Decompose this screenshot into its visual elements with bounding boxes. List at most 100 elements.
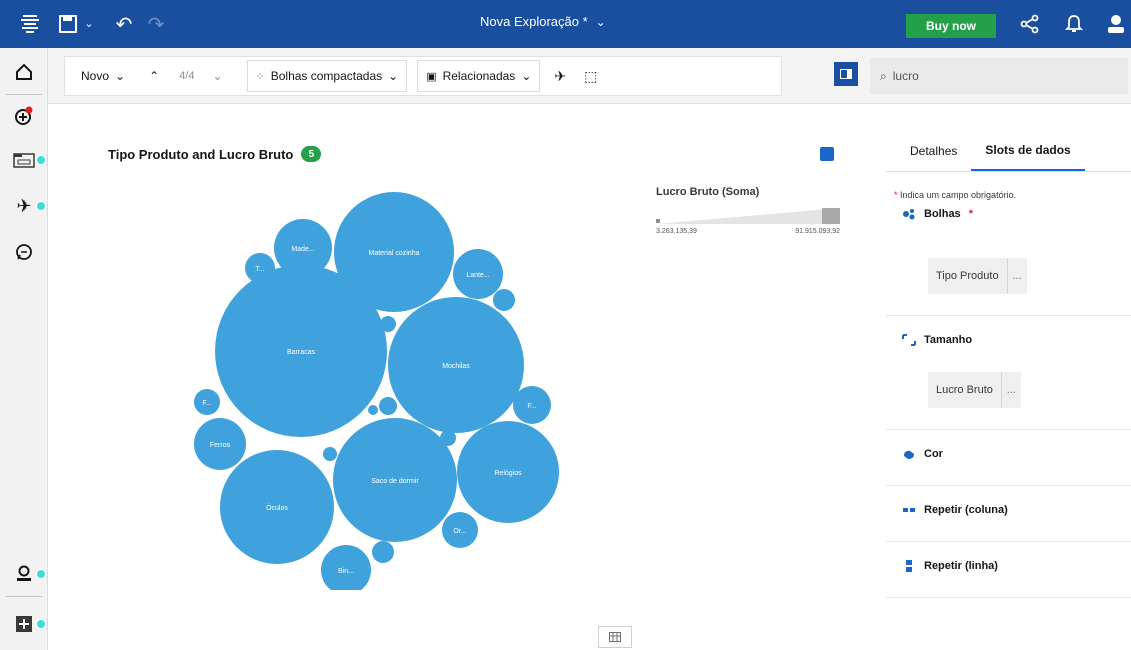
assistant-search-input[interactable]: ⌕ lucro [870, 58, 1128, 94]
slot-bubbles: Bolhas * Tipo Produto ... [886, 208, 1131, 316]
bubble-label: Mochilas [442, 363, 470, 370]
novo-dropdown[interactable]: Novo ⌄ [73, 60, 134, 92]
slot-repeat-row-label: Repetir (linha) [924, 560, 998, 572]
size-slot-icon [902, 334, 916, 346]
bubble-label: Lante... [466, 272, 489, 279]
slot-size-label: Tamanho [924, 334, 973, 346]
assistant-search-icon: ⌕ [880, 68, 887, 83]
field-chip-label: Lucro Bruto [936, 384, 993, 396]
bubble-label: F... [527, 403, 536, 410]
viz-type-label: Bolhas compactadas [270, 69, 383, 83]
field-chip-lucro-bruto[interactable]: Lucro Bruto ... [928, 372, 1021, 408]
bubble-unlabeled[interactable] [379, 397, 397, 415]
slot-repeat-column-header: Repetir (coluna) [886, 504, 1131, 516]
required-star-icon: * [968, 208, 973, 220]
field-chip-tipo-produto[interactable]: Tipo Produto ... [928, 258, 1027, 294]
chart-title-text: Tipo Produto and Lucro Bruto [108, 146, 294, 162]
bubble-label: F... [202, 400, 211, 407]
table-view-icon[interactable] [598, 626, 632, 648]
packed-bubble-chart[interactable]: Barracas Material cozinha Mochilas Saco de … [190, 180, 570, 590]
bubble-label: Material cozinha [369, 250, 420, 257]
legend-scale [656, 208, 840, 224]
bubble-label: Ferros [210, 442, 231, 449]
bubble-label: Relógios [494, 470, 522, 477]
slot-repeat-row: Repetir (linha) [886, 542, 1131, 598]
chevron-down-icon: ⌄ [388, 69, 399, 83]
slot-color-header: Cor [886, 448, 1131, 460]
chevron-down-icon: ⌄ [595, 14, 606, 29]
page-indicator: 4/4 [179, 70, 195, 82]
properties-panel-toggle-icon[interactable] [834, 62, 858, 86]
slot-color: Cor [886, 430, 1131, 486]
tab-data-slots[interactable]: Slots de dados [971, 130, 1085, 171]
slot-bubbles-header: Bolhas * [886, 208, 1131, 220]
rail-divider-bottom [6, 596, 42, 597]
save-icon[interactable] [56, 12, 80, 36]
slot-repeat-row-header: Repetir (linha) [886, 560, 1131, 572]
visualization-toolbar: Novo ⌄ ⌃ 4/4 ⌄ ⁘ Bolhas compactadas ⌄ ▣ … [48, 48, 1131, 104]
bubble-label: Or... [453, 528, 466, 535]
app-menu-icon[interactable] [18, 12, 42, 36]
legend-max-value: 91.915.093,92 [795, 228, 840, 235]
bubble-unlabeled[interactable] [493, 289, 515, 311]
chevron-down-icon: ⌄ [521, 69, 532, 83]
properties-panel: Detalhes Slots de dados * Indica um camp… [886, 130, 1131, 650]
field-chip-label: Tipo Produto [936, 270, 999, 282]
legend-min-value: 3.263.135,39 [656, 228, 697, 235]
share-icon[interactable] [1018, 12, 1042, 36]
selection-icon[interactable]: ⬚ [584, 68, 597, 85]
slot-bubbles-label: Bolhas [924, 208, 961, 220]
assistant-chat-icon[interactable] [0, 232, 48, 272]
more-options-icon[interactable]: ... [1000, 372, 1021, 408]
rail-divider [6, 94, 42, 95]
save-menu-chevron-icon[interactable]: ⌄ [82, 16, 96, 30]
bubble-label: Barracas [287, 349, 316, 356]
chevron-down-icon: ⌄ [115, 69, 126, 83]
exploration-title-text: Nova Exploração * [480, 14, 588, 29]
bubble-label: Made... [291, 246, 314, 253]
related-dropdown[interactable]: ▣ Relacionadas ⌄ [417, 60, 541, 92]
next-page-icon[interactable]: ⌄ [212, 69, 222, 83]
bubble-label: Bin... [338, 568, 354, 575]
legend-title: Lucro Bruto (Soma) [656, 186, 760, 198]
bubble-unlabeled[interactable] [323, 447, 337, 461]
bubble-label: T... [255, 266, 264, 273]
size-legend: Lucro Bruto (Soma) 3.263.135,39 91.915.0… [656, 186, 840, 235]
slot-color-label: Cor [924, 448, 943, 460]
panel-tabs: Detalhes Slots de dados [886, 130, 1131, 172]
left-rail: ✈ [0, 48, 48, 650]
required-note-text: Indica um campo obrigatório. [900, 190, 1017, 200]
slot-repeat-column: Repetir (coluna) [886, 486, 1131, 542]
slot-size: Tamanho Lucro Bruto ... [886, 316, 1131, 430]
account-indicator [36, 569, 46, 579]
exploration-title[interactable]: Nova Exploração * ⌄ [480, 14, 606, 29]
novo-label: Novo [81, 69, 110, 83]
repeat-row-icon [906, 560, 912, 572]
add-indicator [36, 619, 46, 629]
packed-bubbles-icon: ⁘ [255, 70, 265, 83]
more-options-icon[interactable]: ... [1006, 258, 1027, 294]
user-profile-icon[interactable] [1104, 12, 1128, 36]
color-slot-icon [904, 450, 914, 459]
pin-visualization-icon[interactable] [820, 147, 834, 161]
previous-page-icon[interactable]: ⌃ [149, 69, 159, 83]
bubble-unlabeled[interactable] [368, 405, 378, 415]
buy-now-button[interactable]: Buy now [906, 14, 996, 38]
undo-icon[interactable]: ↶ [112, 12, 136, 36]
home-icon[interactable] [0, 52, 48, 92]
chart-title: Tipo Produto and Lucro Bruto 5 [108, 146, 322, 162]
search-value: lucro [892, 69, 919, 83]
pin-indicator [36, 201, 46, 211]
tab-details[interactable]: Detalhes [886, 130, 971, 171]
bubbles-slot-icon [903, 209, 915, 220]
redo-icon[interactable]: ↷ [144, 12, 168, 36]
related-label: Relacionadas [442, 69, 516, 83]
slot-repeat-column-label: Repetir (coluna) [924, 504, 1008, 516]
viz-type-dropdown[interactable]: ⁘ Bolhas compactadas ⌄ [246, 60, 408, 92]
notifications-bell-icon[interactable] [1062, 12, 1086, 36]
bubble-unlabeled[interactable] [372, 541, 394, 563]
navigation-compass-icon[interactable] [0, 96, 48, 136]
bubble-label: Saco de dormir [371, 478, 419, 485]
toolbar-card: Novo ⌄ ⌃ 4/4 ⌄ ⁘ Bolhas compactadas ⌄ ▣ … [64, 56, 782, 96]
pin-icon[interactable]: ✈ [554, 68, 566, 85]
